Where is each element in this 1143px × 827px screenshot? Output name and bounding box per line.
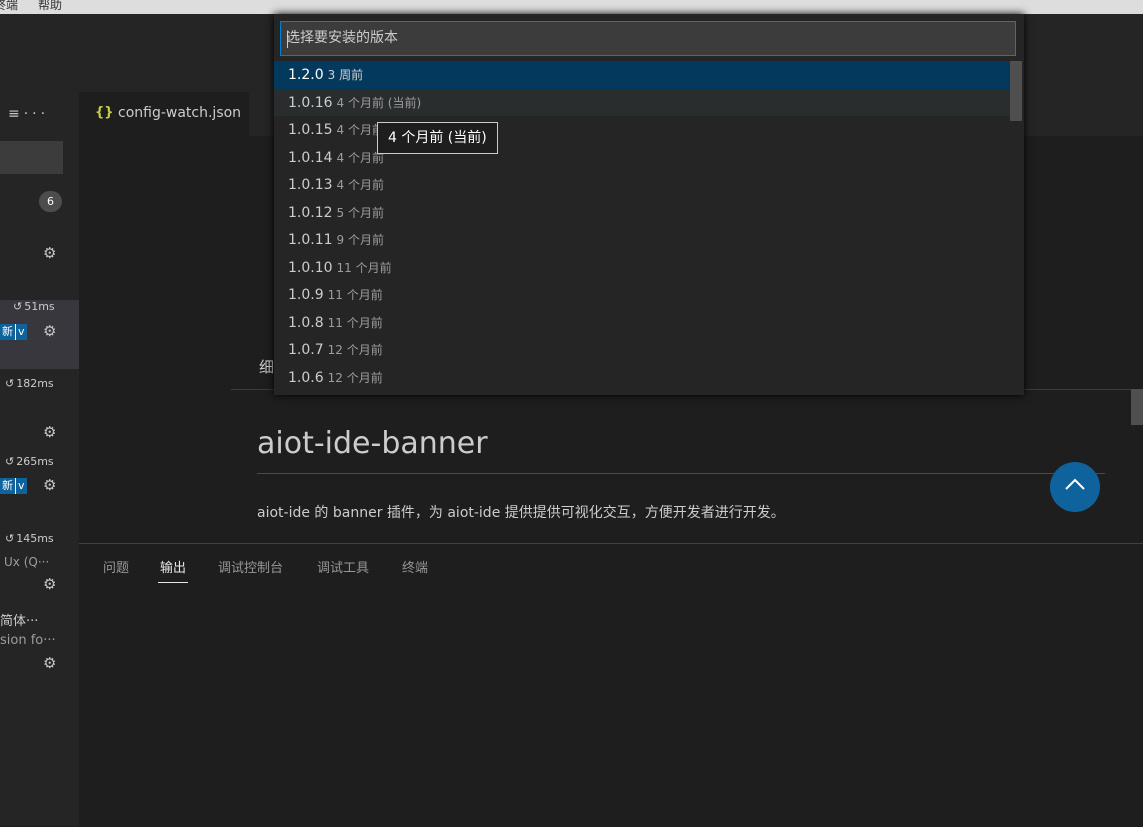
history-icon: ↺ [5,455,15,468]
version-quick-pick: 1.2.03 周前 1.0.164 个月前 (当前) 1.0.154 个月前 1… [274,14,1024,395]
gear-icon[interactable]: ⚙ [43,244,56,262]
history-icon: ↺ [5,532,15,545]
text-caret [287,31,288,48]
tab-problems[interactable]: 问题 [103,557,129,576]
version-option[interactable]: 1.0.7 12 个月前 [274,336,1010,364]
update-button[interactable]: 新v [0,478,27,494]
sidebar-actions: ≡··· [8,106,49,122]
gear-icon[interactable]: ⚙ [43,476,56,494]
tab-terminal[interactable]: 终端 [402,557,428,576]
version-option[interactable]: 1.0.11 9 个月前 [274,226,1010,254]
installed-count-badge: 6 [39,191,62,212]
extension-description-text: aiot-ide 的 banner 插件，为 aiot-ide 提供提供可视化交… [257,505,785,521]
editor-tab[interactable]: {} config-watch.json [79,92,249,136]
editor-scrollbar[interactable] [1131,389,1143,425]
tab-label: config-watch.json [118,105,242,121]
extension-name-heading: aiot-ide-banner [257,426,488,461]
version-option[interactable]: 1.0.13 4 个月前 [274,171,1010,199]
version-option[interactable]: 1.0.8 11 个月前 [274,309,1010,337]
tab-debug-console[interactable]: 调试控制台 [218,557,283,576]
extension-title: 简体··· [0,614,39,629]
version-option[interactable]: 1.0.16 4 个月前 (当前) [274,88,1010,116]
version-option[interactable]: 1.0.12 5 个月前 [274,199,1010,227]
json-file-icon: {} [95,105,114,120]
version-option[interactable]: 1.0.10 11 个月前 [274,254,1010,282]
scroll-to-top-button[interactable] [1050,462,1100,512]
version-option[interactable]: 1.0.9 11 个月前 [274,281,1010,309]
clear-list-icon[interactable]: ≡ [8,106,24,122]
version-search-input[interactable] [286,28,1006,48]
menu-help[interactable]: 帮助 [38,0,62,13]
chevron-up-icon [1065,478,1085,490]
version-option[interactable]: 1.2.0 3 周前 [274,61,1010,89]
extension-description: Ux (Q··· [4,555,50,569]
activation-time: ↺ 51ms [13,300,55,313]
extension-description: sion fo··· [0,633,56,648]
gear-icon[interactable]: ⚙ [43,575,56,593]
details-section-tab[interactable]: 细 [259,356,274,377]
quick-pick-input-box[interactable] [280,21,1016,56]
bottom-panel: 问题 输出 调试控制台 调试工具 终端 [79,543,1143,827]
hover-tooltip: 4 个月前 (当前) [377,122,498,154]
activation-time: ↺ 265ms [5,455,54,468]
divider [257,473,1105,474]
tab-output[interactable]: 输出 [157,557,189,583]
tab-debug-tools[interactable]: 调试工具 [317,557,369,576]
history-icon: ↺ [13,300,23,313]
more-actions-icon[interactable]: ··· [24,106,49,122]
activation-time: ↺ 182ms [5,377,54,390]
menubar: 终端 帮助 [0,0,1143,14]
activation-time: ↺ 145ms [5,532,54,545]
menu-terminal[interactable]: 终端 [0,0,18,13]
update-button[interactable]: 新v [0,324,27,340]
extensions-sidebar: ≡··· 6 ⚙ ↺ 51ms 新v ⚙ ↺ 182ms ⚙ ↺ 265ms 新v ⚙… [0,92,79,826]
quick-pick-scrollbar[interactable] [1010,61,1022,121]
gear-icon[interactable]: ⚙ [43,322,56,340]
version-option[interactable]: 1.0.6 12 个月前 [274,364,1010,392]
gear-icon[interactable]: ⚙ [43,654,56,672]
version-list: 1.2.0 3 周前 1.0.16 4 个月前 (当前) 1.0.15 4 个月前 1… [274,61,1024,391]
history-icon: ↺ [5,377,15,390]
chevron-down-icon[interactable]: v [15,478,25,494]
extension-search-input[interactable] [0,141,63,174]
chevron-down-icon[interactable]: v [15,324,25,340]
gear-icon[interactable]: ⚙ [43,423,56,441]
